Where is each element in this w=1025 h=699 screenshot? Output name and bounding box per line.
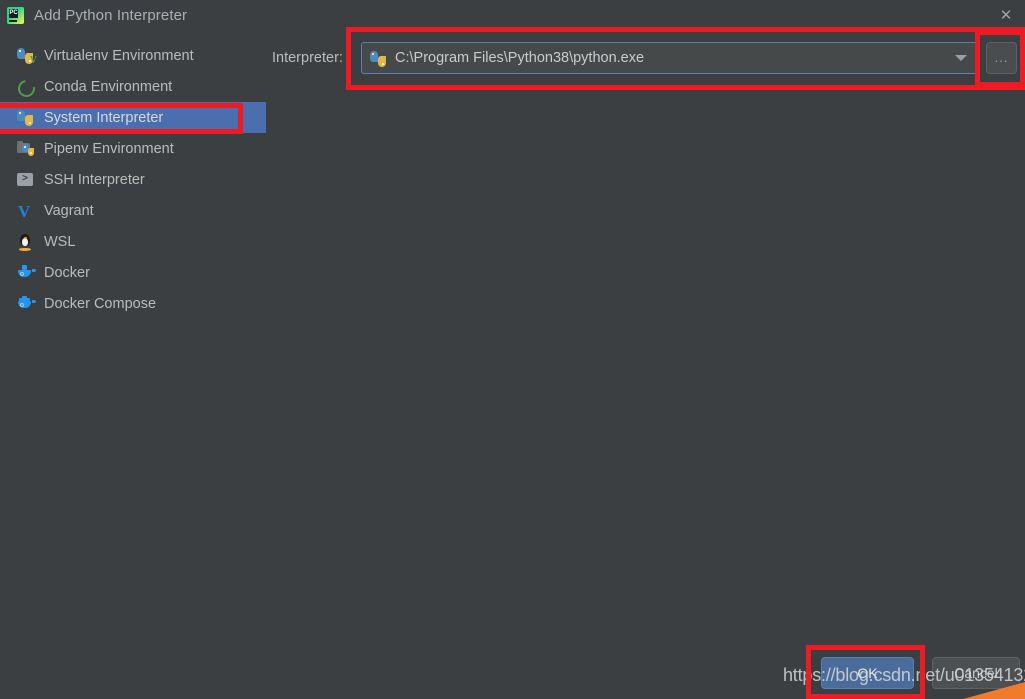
sidebar-item-label: Pipenv Environment xyxy=(44,140,174,157)
ssh-terminal-icon: > xyxy=(17,171,35,189)
sidebar-item-label: Vagrant xyxy=(44,202,94,219)
interpreter-type-list[interactable]: V Virtualenv Environment Conda Environme… xyxy=(0,40,266,319)
sidebar-item-wsl[interactable]: WSL xyxy=(0,226,266,257)
docker-whale-icon xyxy=(17,264,36,282)
python-icon xyxy=(370,50,387,67)
sidebar-item-label: Conda Environment xyxy=(44,78,173,95)
window-title: Add Python Interpreter xyxy=(34,7,188,24)
sidebar-item-virtualenv-environment[interactable]: V Virtualenv Environment xyxy=(0,40,266,71)
docker-compose-icon xyxy=(17,295,36,313)
vagrant-icon: V xyxy=(18,201,31,221)
cancel-button[interactable]: Cancel xyxy=(932,657,1020,689)
sidebar-item-label: Virtualenv Environment xyxy=(44,47,194,64)
interpreter-path-value: C:\Program Files\Python38\python.exe xyxy=(395,50,645,66)
pycharm-icon: PC xyxy=(7,7,24,24)
close-icon[interactable]: ✕ xyxy=(993,3,1019,27)
interpreter-combobox[interactable]: C:\Program Files\Python38\python.exe xyxy=(361,42,978,74)
interpreter-field-row: Interpreter: xyxy=(272,50,343,66)
pipenv-folder-icon xyxy=(17,140,35,158)
interpreter-label: Interpreter: xyxy=(272,50,343,66)
browse-interpreter-button[interactable]: ... xyxy=(986,42,1017,74)
ok-button[interactable]: OK xyxy=(821,657,914,689)
sidebar-item-docker[interactable]: Docker xyxy=(0,257,266,288)
sidebar-item-docker-compose[interactable]: Docker Compose xyxy=(0,288,266,319)
sidebar-item-label: Docker xyxy=(44,264,90,281)
sidebar-item-label: SSH Interpreter xyxy=(44,171,145,188)
sidebar-item-conda-environment[interactable]: Conda Environment xyxy=(0,71,266,102)
sidebar-item-vagrant[interactable]: V Vagrant xyxy=(0,195,266,226)
sidebar-item-system-interpreter[interactable]: System Interpreter xyxy=(0,102,266,133)
python-virtualenv-icon: V xyxy=(17,47,37,65)
sidebar-item-label: System Interpreter xyxy=(44,109,164,126)
conda-icon xyxy=(14,76,39,100)
sidebar-item-label: Docker Compose xyxy=(44,295,157,312)
python-icon xyxy=(17,109,35,127)
sidebar-item-label: WSL xyxy=(44,233,76,250)
chevron-down-icon[interactable] xyxy=(955,55,967,61)
sidebar-item-pipenv-environment[interactable]: Pipenv Environment xyxy=(0,133,266,164)
title-bar: PC Add Python Interpreter ✕ xyxy=(0,0,1025,31)
linux-penguin-icon xyxy=(17,233,35,251)
sidebar-item-ssh-interpreter[interactable]: > SSH Interpreter xyxy=(0,164,266,195)
